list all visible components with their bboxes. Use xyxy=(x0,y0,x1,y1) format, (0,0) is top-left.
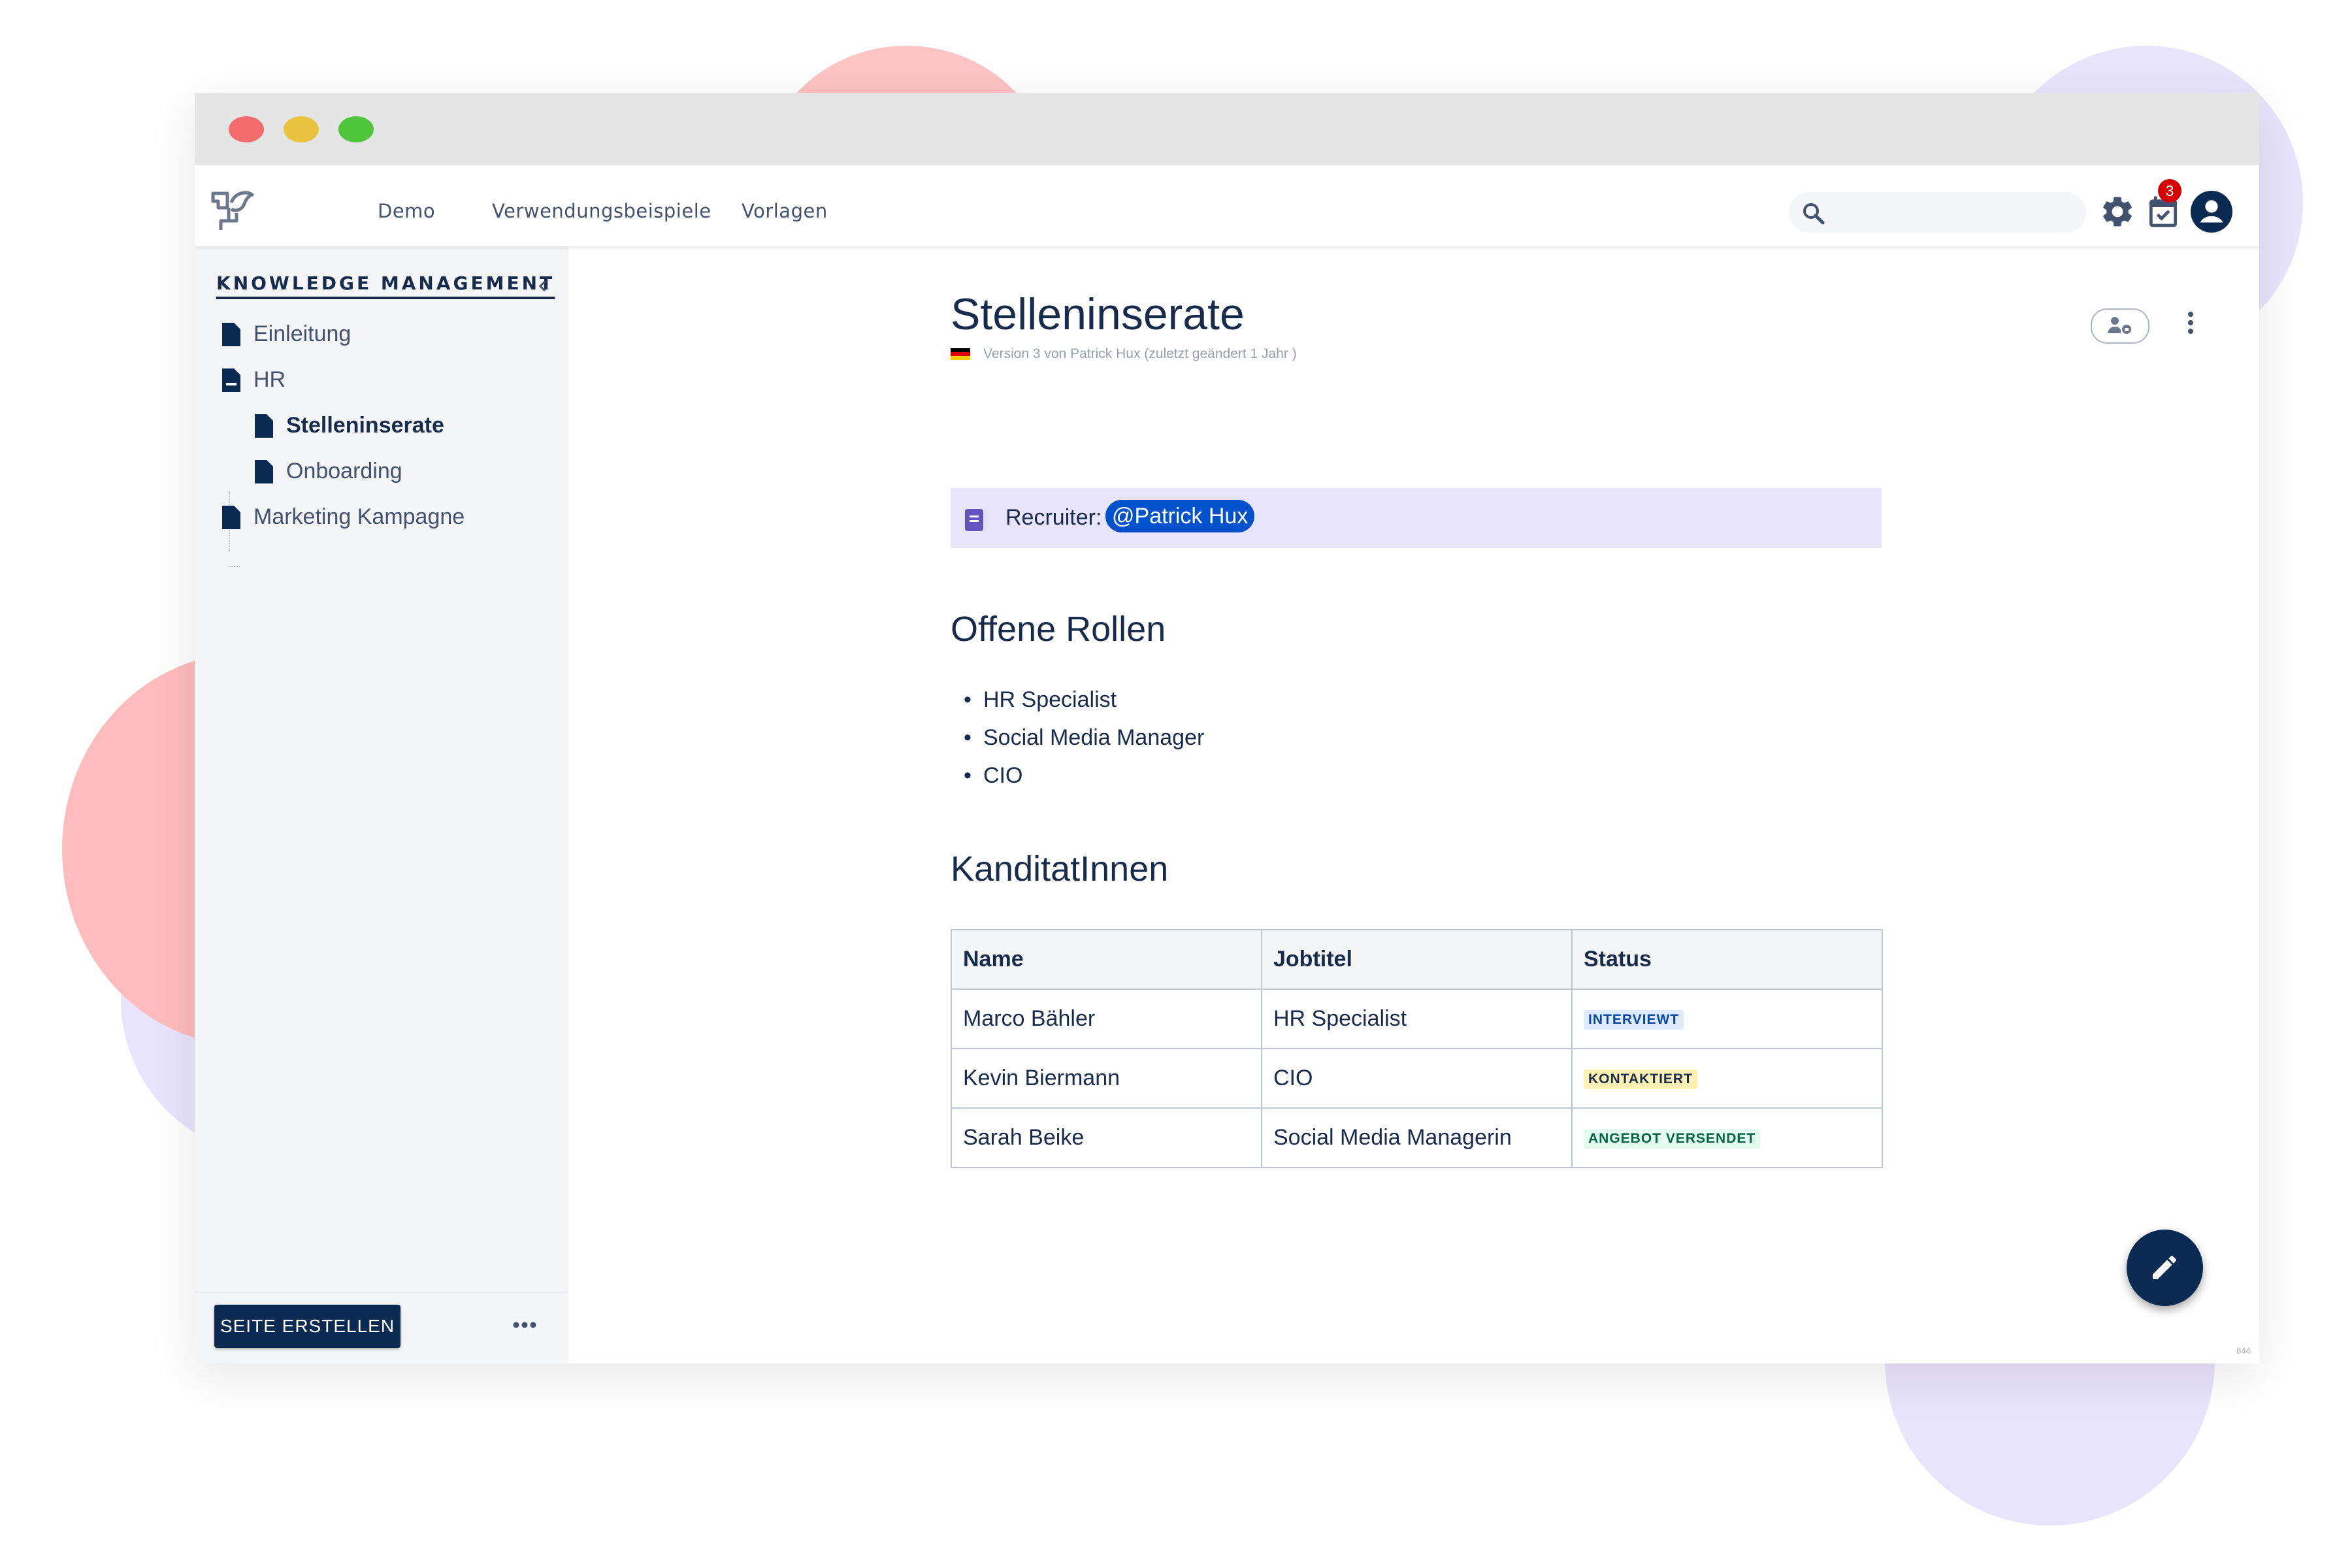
version-info[interactable]: Version 3 von Patrick Hux (zuletzt geänd… xyxy=(983,346,1297,362)
table-row: Kevin Biermann CIO KONTAKTIERT xyxy=(951,1048,1883,1109)
user-avatar-icon[interactable] xyxy=(2191,191,2232,233)
page-title: Stelleninserate xyxy=(951,289,1245,339)
section-heading: Offene Rollen xyxy=(951,610,1166,649)
browser-window: Demo Verwendungsbeispiele Vorlagen 3 KNO… xyxy=(195,93,2259,1364)
sidebar-item-marketing-kampagne[interactable]: Marketing Kampagne xyxy=(222,504,465,530)
document-icon xyxy=(255,414,273,438)
maximize-window-button[interactable] xyxy=(338,116,374,142)
sidebar-footer: SEITE ERSTELLEN xyxy=(195,1292,568,1364)
sidebar: KNOWLEDGE MANAGEMENT Einleitung HR Stell… xyxy=(195,246,568,1364)
list-item: HR Specialist xyxy=(951,681,1204,719)
recruiter-panel: Recruiter: @Patrick Hux xyxy=(951,488,1882,548)
sidebar-item-label: Marketing Kampagne xyxy=(253,504,465,529)
top-navigation: Demo Verwendungsbeispiele Vorlagen 3 xyxy=(195,165,2259,246)
sidebar-item-hr[interactable]: HR xyxy=(222,367,286,393)
notification-badge: 3 xyxy=(2158,179,2181,203)
sidebar-item-label: Stelleninserate xyxy=(286,413,444,438)
candidates-table: Name Jobtitel Status Marco Bähler HR Spe… xyxy=(951,929,1883,1168)
column-header: Name xyxy=(951,929,1262,990)
status-badge: KONTAKTIERT xyxy=(1584,1070,1697,1090)
table-header-row: Name Jobtitel Status xyxy=(951,929,1883,990)
note-icon xyxy=(965,509,983,531)
table-cell: Marco Bähler xyxy=(951,988,1262,1049)
minimize-window-button[interactable] xyxy=(284,116,319,142)
table-cell: Kevin Biermann xyxy=(951,1048,1262,1109)
column-header: Jobtitel xyxy=(1261,929,1573,990)
nav-vorlagen[interactable]: Vorlagen xyxy=(742,200,828,222)
list-item: CIO xyxy=(951,757,1204,794)
user-mention[interactable]: @Patrick Hux xyxy=(1105,500,1255,532)
roles-list: HR Specialist Social Media Manager CIO xyxy=(951,681,1204,794)
page-meta: Version 3 von Patrick Hux (zuletzt geänd… xyxy=(951,346,1297,362)
gear-icon[interactable] xyxy=(2099,193,2136,230)
table-row: Marco Bähler HR Specialist INTERVIEWT xyxy=(951,988,1883,1049)
edit-page-button[interactable] xyxy=(2127,1230,2203,1306)
table-cell: Sarah Beike xyxy=(951,1107,1262,1168)
document-icon xyxy=(222,505,240,529)
sidebar-item-label: Einleitung xyxy=(253,321,351,346)
recruiter-label: Recruiter: xyxy=(1005,505,1102,530)
document-icon xyxy=(255,459,273,483)
nav-verwendungsbeispiele[interactable]: Verwendungsbeispiele xyxy=(492,200,711,222)
table-cell: HR Specialist xyxy=(1261,988,1573,1049)
sidebar-item-label: HR xyxy=(253,367,286,392)
sidebar-item-label: Onboarding xyxy=(286,459,402,483)
more-horizontal-icon[interactable] xyxy=(508,1315,541,1335)
section-heading: KanditatInnen xyxy=(951,849,1169,889)
list-item: Social Media Manager xyxy=(951,719,1204,757)
more-vertical-icon[interactable] xyxy=(2181,306,2200,339)
table-cell: KONTAKTIERT xyxy=(1571,1048,1883,1109)
space-title[interactable]: KNOWLEDGE MANAGEMENT xyxy=(216,272,555,299)
app-logo-icon[interactable] xyxy=(209,188,256,235)
table-cell: Social Media Managerin xyxy=(1261,1107,1573,1168)
status-badge: INTERVIEWT xyxy=(1584,1010,1684,1030)
nav-demo[interactable]: Demo xyxy=(378,200,435,222)
document-icon xyxy=(222,322,240,346)
sidebar-item-einleitung[interactable]: Einleitung xyxy=(222,321,351,347)
tree-connector xyxy=(229,566,240,567)
column-header: Status xyxy=(1571,929,1883,990)
sidebar-item-stelleninserate[interactable]: Stelleninserate xyxy=(255,413,444,438)
build-number: 844 xyxy=(2236,1346,2251,1356)
table-cell: CIO xyxy=(1261,1048,1573,1109)
search-box[interactable] xyxy=(1789,192,2086,233)
create-page-button[interactable]: SEITE ERSTELLEN xyxy=(214,1305,400,1348)
pencil-icon xyxy=(2153,1255,2177,1279)
page-content: Stelleninserate Version 3 von Patrick Hu… xyxy=(568,246,2259,1364)
status-badge: ANGEBOT VERSENDET xyxy=(1584,1129,1761,1149)
sidebar-item-onboarding[interactable]: Onboarding xyxy=(255,459,402,484)
restrictions-button[interactable] xyxy=(2091,308,2149,344)
close-window-button[interactable] xyxy=(229,116,264,142)
search-input[interactable] xyxy=(1835,197,2072,227)
user-lock-icon xyxy=(2108,317,2131,334)
chevron-left-icon[interactable] xyxy=(534,278,551,295)
document-icon xyxy=(222,368,240,392)
table-row: Sarah Beike Social Media Managerin ANGEB… xyxy=(951,1107,1883,1168)
window-titlebar xyxy=(195,93,2259,165)
search-icon xyxy=(1803,203,1825,225)
german-flag-icon xyxy=(951,348,970,360)
table-cell: ANGEBOT VERSENDET xyxy=(1571,1107,1883,1168)
table-cell: INTERVIEWT xyxy=(1571,988,1883,1049)
